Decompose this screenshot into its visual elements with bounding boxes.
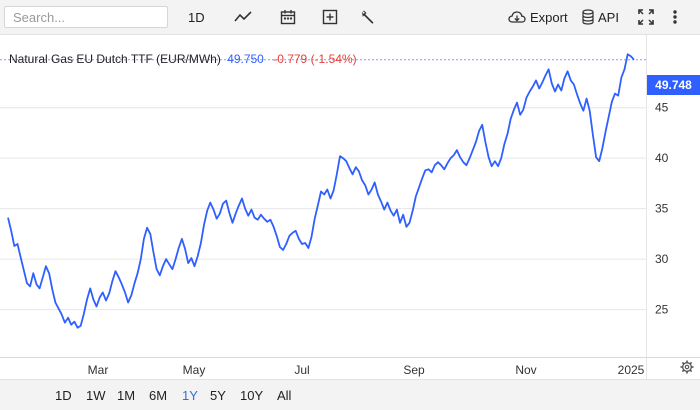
x-tick-label: Nov [515, 363, 536, 377]
range-button-1d[interactable]: 1D [55, 388, 72, 403]
range-button-1w[interactable]: 1W [86, 388, 106, 403]
range-button-10y[interactable]: 10Y [240, 388, 263, 403]
y-tick-label: 35 [655, 202, 669, 216]
fullscreen-icon [638, 9, 654, 25]
chart-legend: Natural Gas EU Dutch TTF (EUR/MWh) 49.75… [9, 52, 357, 66]
y-tick-label: 45 [655, 101, 669, 115]
price-series-line [7, 53, 635, 329]
x-tick-label: Jul [294, 363, 309, 377]
wrench-icon [360, 9, 376, 25]
instrument-name: Natural Gas EU Dutch TTF (EUR/MWh) [9, 52, 221, 66]
chart-toolbar: 1D Export API [0, 0, 700, 35]
x-tick-label: May [183, 363, 206, 377]
price-change: -0.779 (-1.54%) [273, 52, 357, 66]
interval-button[interactable]: 1D [188, 4, 205, 30]
y-tick-label: 40 [655, 151, 669, 165]
date-range-button[interactable] [280, 4, 296, 30]
export-button[interactable]: Export [508, 4, 568, 30]
interval-label: 1D [188, 9, 205, 25]
range-selector-bar: 1D 1W 1M 6M 1Y 5Y 10Y All [0, 379, 700, 410]
more-vertical-icon [672, 9, 678, 25]
plus-square-icon [322, 9, 338, 25]
export-label: Export [530, 9, 568, 25]
cloud-download-icon [508, 10, 526, 24]
chart-area[interactable]: 25 30 35 40 45 Mar May Jul Sep Nov 2025 [0, 34, 700, 379]
range-button-1m[interactable]: 1M [117, 388, 135, 403]
range-button-5y[interactable]: 5Y [210, 388, 226, 403]
price-chart[interactable]: 25 30 35 40 45 Mar May Jul Sep Nov 2025 [0, 34, 700, 379]
more-button[interactable] [672, 4, 678, 30]
calendar-icon [280, 9, 296, 25]
gear-icon [680, 360, 694, 378]
add-indicator-button[interactable] [322, 4, 338, 30]
range-button-all[interactable]: All [277, 388, 291, 403]
range-button-1y[interactable]: 1Y [182, 388, 198, 403]
chart-settings-button[interactable] [680, 360, 694, 379]
x-tick-label: Sep [403, 363, 425, 377]
api-label: API [598, 9, 619, 25]
search-input[interactable] [4, 6, 168, 28]
api-button[interactable]: API [582, 4, 619, 30]
y-tick-label: 25 [655, 303, 669, 317]
last-price-tag: 49.748 [647, 75, 700, 95]
y-tick-label: 30 [655, 252, 669, 266]
last-price: 49.750 [227, 52, 264, 66]
range-button-6m[interactable]: 6M [149, 388, 167, 403]
chart-type-button[interactable] [234, 4, 252, 30]
database-icon [582, 9, 594, 25]
line-chart-icon [234, 10, 252, 24]
tools-button[interactable] [360, 4, 376, 30]
x-tick-label: 2025 [618, 363, 645, 377]
x-tick-label: Mar [88, 363, 109, 377]
fullscreen-button[interactable] [638, 4, 654, 30]
